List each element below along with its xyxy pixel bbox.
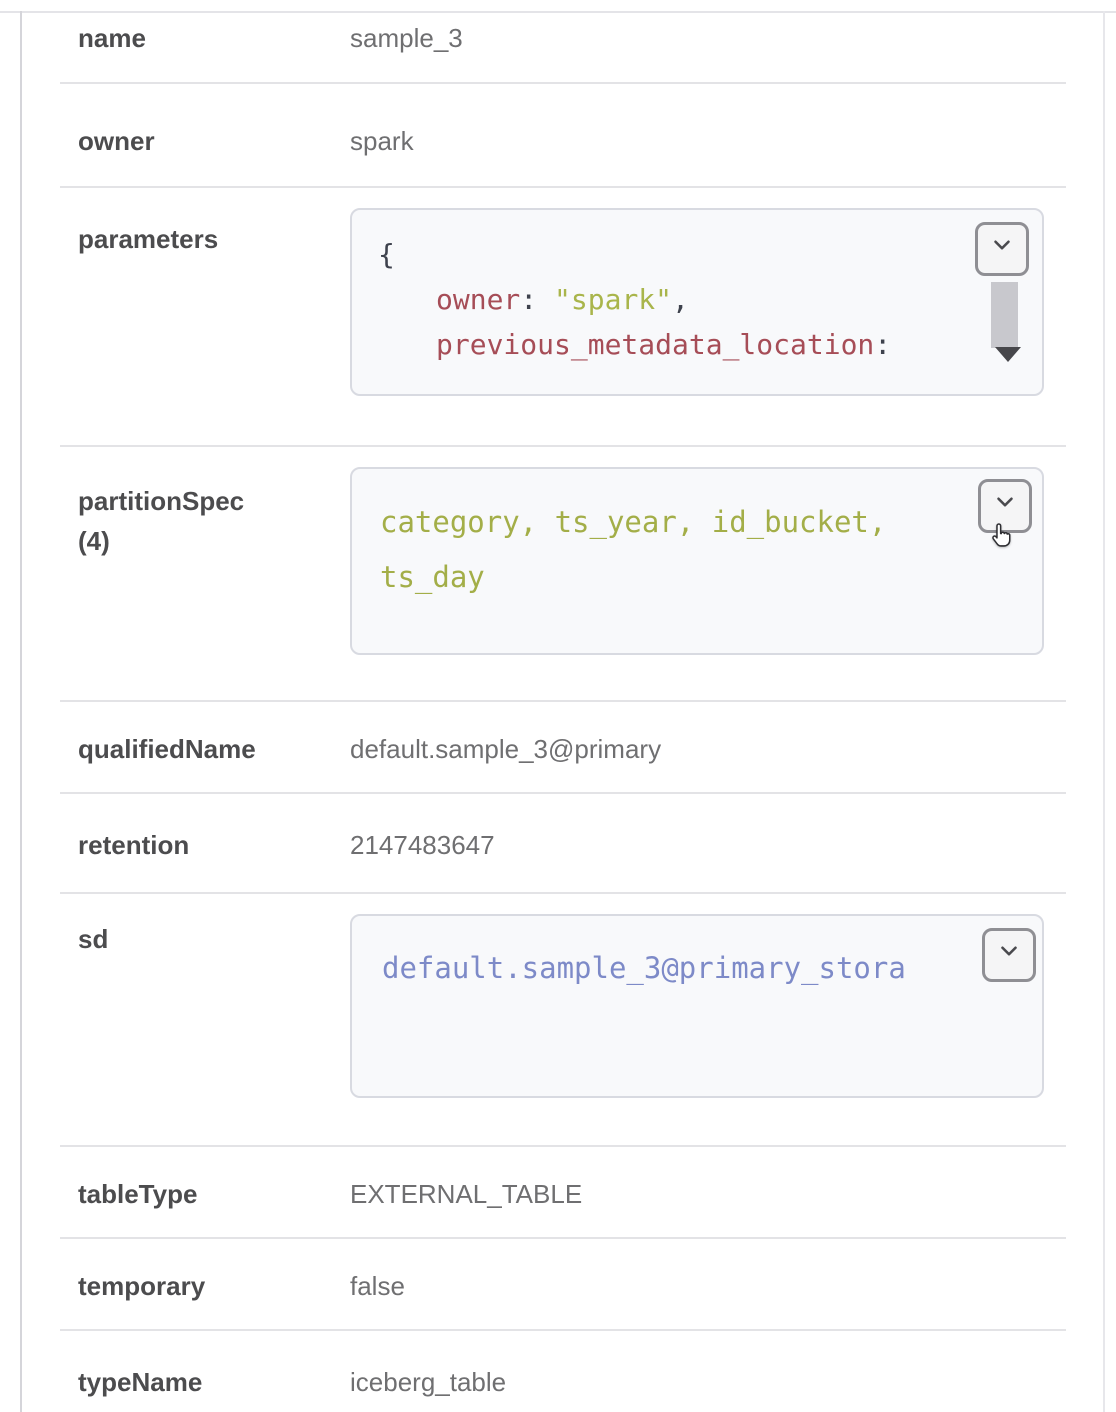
partition-columns-line2: ts_day	[380, 550, 1042, 605]
properties-table: name sample_3 owner spark parameters { o…	[60, 13, 1066, 1412]
property-label-name: name	[60, 21, 350, 55]
property-value-qualifiedname: default.sample_3@primary	[350, 732, 1066, 766]
table-row: tableType EXTERNAL_TABLE	[60, 1147, 1066, 1239]
partitionspec-expand-button[interactable]	[978, 479, 1032, 533]
table-row: sd default.sample_3@primary_stora	[60, 894, 1066, 1147]
scrollbar-thumb[interactable]	[991, 282, 1018, 348]
property-label-tabletype: tableType	[60, 1177, 350, 1211]
sd-code-box[interactable]: default.sample_3@primary_stora	[350, 914, 1044, 1098]
table-row: parameters { owner: "spark", previous_me…	[60, 188, 1066, 447]
parameters-code-box[interactable]: { owner: "spark", previous_metadata_loca…	[350, 208, 1044, 396]
panel-right-border	[1103, 11, 1105, 1412]
json-open-brace: {	[378, 232, 1016, 277]
property-label-parameters: parameters	[60, 208, 350, 396]
property-label-temporary: temporary	[60, 1269, 350, 1303]
table-row: qualifiedName default.sample_3@primary	[60, 702, 1066, 794]
sd-storage-link[interactable]: default.sample_3@primary_stora	[382, 950, 982, 986]
chevron-down-icon	[989, 232, 1015, 267]
table-row: owner spark	[60, 84, 1066, 188]
table-row: retention 2147483647	[60, 794, 1066, 894]
property-value-retention: 2147483647	[350, 828, 1066, 862]
properties-panel: name sample_3 owner spark parameters { o…	[0, 0, 1116, 1412]
parameters-expand-button[interactable]	[975, 222, 1029, 276]
property-label-sd: sd	[60, 914, 350, 1098]
property-label-typename: typeName	[60, 1365, 350, 1399]
json-key-previous-metadata-location: previous_metadata_location	[436, 328, 874, 361]
property-label-owner: owner	[60, 124, 350, 158]
property-label-qualifiedname: qualifiedName	[60, 732, 350, 766]
partitionspec-code-box[interactable]: category, ts_year, id_bucket, ts_day	[350, 467, 1044, 655]
property-value-owner: spark	[350, 124, 1066, 158]
chevron-down-icon	[996, 938, 1022, 973]
property-value-typename: iceberg_table	[350, 1365, 1066, 1399]
table-row: typeName iceberg_table	[60, 1331, 1066, 1412]
property-label-partitionspec: partitionSpec (4)	[60, 467, 350, 655]
property-value-temporary: false	[350, 1269, 1066, 1303]
scrollbar-down-arrow-icon[interactable]	[995, 347, 1021, 362]
property-value-tabletype: EXTERNAL_TABLE	[350, 1177, 1066, 1211]
json-key-owner: owner	[436, 283, 520, 316]
table-row: name sample_3	[60, 13, 1066, 84]
table-row: partitionSpec (4) category, ts_year, id_…	[60, 447, 1066, 702]
partition-columns-line1: category, ts_year, id_bucket,	[380, 495, 1042, 550]
table-row: temporary false	[60, 1239, 1066, 1331]
sd-expand-button[interactable]	[982, 928, 1036, 982]
property-value-name: sample_3	[350, 21, 1066, 55]
partitionspec-count: (4)	[78, 521, 350, 561]
chevron-down-icon	[992, 489, 1018, 524]
property-label-retention: retention	[60, 828, 350, 862]
json-value-spark: "spark"	[554, 283, 672, 316]
panel-left-border	[20, 11, 22, 1412]
